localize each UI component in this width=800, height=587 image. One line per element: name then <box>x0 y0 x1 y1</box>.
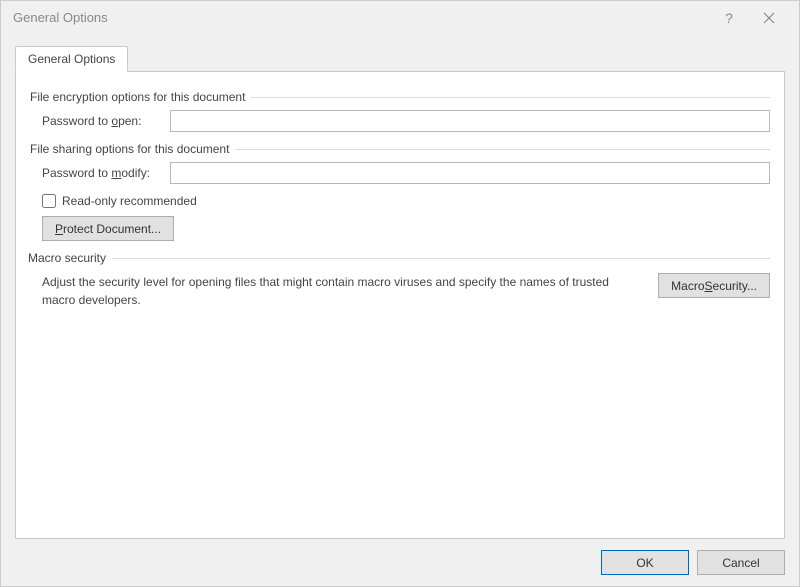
password-modify-input[interactable] <box>170 162 770 184</box>
readonly-checkbox[interactable] <box>42 194 56 208</box>
tab-panel: File encryption options for this documen… <box>15 71 785 539</box>
divider <box>235 149 770 150</box>
section-sharing-header: File sharing options for this document <box>30 142 770 156</box>
close-icon <box>763 12 775 24</box>
macro-description: Adjust the security level for opening fi… <box>42 273 644 309</box>
close-button[interactable] <box>749 4 789 32</box>
dialog-footer: OK Cancel <box>1 539 799 586</box>
tab-general-options[interactable]: General Options <box>15 46 128 72</box>
password-open-label: Password to open: <box>42 114 162 128</box>
macro-block: Adjust the security level for opening fi… <box>42 273 770 309</box>
readonly-label: Read-only recommended <box>62 194 197 208</box>
help-icon: ? <box>725 10 733 26</box>
password-modify-label: Password to modify: <box>42 166 162 180</box>
tab-label: General Options <box>28 52 115 66</box>
dialog-title: General Options <box>13 10 709 25</box>
divider <box>251 97 770 98</box>
password-modify-row: Password to modify: <box>42 162 770 184</box>
password-open-input[interactable] <box>170 110 770 132</box>
section-sharing-label: File sharing options for this document <box>30 142 229 156</box>
readonly-row: Read-only recommended <box>42 194 770 208</box>
section-macro-header: Macro security <box>28 251 770 265</box>
titlebar: General Options ? <box>1 1 799 34</box>
cancel-button[interactable]: Cancel <box>697 550 785 575</box>
password-open-row: Password to open: <box>42 110 770 132</box>
content-area: General Options File encryption options … <box>1 34 799 539</box>
ok-button[interactable]: OK <box>601 550 689 575</box>
protect-row: Protect Document... <box>42 216 770 241</box>
macro-security-button[interactable]: Macro Security... <box>658 273 770 298</box>
section-macro-label: Macro security <box>28 251 106 265</box>
general-options-dialog: General Options ? General Options File e… <box>0 0 800 587</box>
section-encryption-header: File encryption options for this documen… <box>30 90 770 104</box>
help-button[interactable]: ? <box>709 4 749 32</box>
tab-strip: General Options <box>15 46 785 72</box>
section-encryption-label: File encryption options for this documen… <box>30 90 245 104</box>
protect-document-button[interactable]: Protect Document... <box>42 216 174 241</box>
divider <box>112 258 770 259</box>
